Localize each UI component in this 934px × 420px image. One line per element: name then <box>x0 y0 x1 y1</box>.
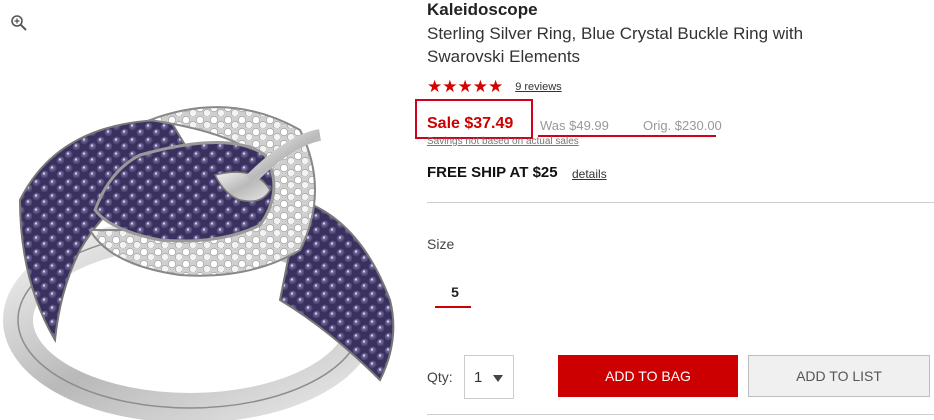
zoom-in-icon[interactable] <box>10 14 28 32</box>
product-info-panel: Kaleidoscope Sterling Silver Ring, Blue … <box>415 0 934 420</box>
sale-price: Sale $37.49 <box>427 115 514 132</box>
quantity-value: 1 <box>474 368 483 386</box>
quantity-label: Qty: <box>427 369 453 385</box>
add-to-list-button[interactable]: ADD TO LIST <box>748 355 930 397</box>
product-title: Sterling Silver Ring, Blue Crystal Buckl… <box>427 24 804 66</box>
chevron-down-icon <box>493 375 503 382</box>
reviews-link[interactable]: 9 reviews <box>515 81 561 93</box>
shipping-details-link[interactable]: details <box>572 167 607 181</box>
savings-disclaimer[interactable]: Savings not based on actual sales <box>427 136 579 147</box>
original-price: Orig. $230.00 <box>643 118 722 133</box>
product-image <box>3 106 395 420</box>
rating: ★★★★★ 9 reviews <box>427 78 562 95</box>
add-to-bag-button[interactable]: ADD TO BAG <box>558 355 738 397</box>
free-shipping-text: FREE SHIP AT $25 <box>427 164 558 181</box>
size-label: Size <box>427 236 455 252</box>
star-rating-icon: ★★★★★ <box>427 77 504 96</box>
divider <box>427 414 934 415</box>
divider <box>427 202 934 203</box>
size-option-5[interactable]: 5 <box>439 284 471 300</box>
selected-size-indicator <box>435 306 471 308</box>
was-price: Was $49.99 <box>540 118 609 133</box>
brand-name[interactable]: Kaleidoscope <box>427 0 538 20</box>
quantity-select[interactable]: 1 <box>464 355 514 399</box>
